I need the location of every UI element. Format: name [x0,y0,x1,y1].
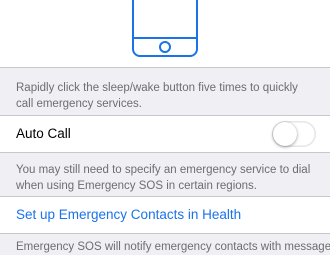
auto-call-toggle[interactable] [272,121,316,147]
emergency-contacts-row[interactable]: Set up Emergency Contacts in Health [0,197,330,233]
auto-call-label: Auto Call [16,126,71,141]
sleep-wake-note: Rapidly click the sleep/wake button five… [16,82,298,110]
auto-call-note: You may still need to specify an emergen… [16,164,311,192]
auto-call-row: Auto Call [0,116,330,152]
contacts-note: Emergency SOS will notify emergency cont… [16,241,330,253]
hero-illustration [0,0,330,68]
divider [0,233,330,234]
divider [0,67,330,68]
emergency-contacts-link[interactable]: Set up Emergency Contacts in Health [16,207,241,222]
divider [0,152,330,153]
toggle-knob [273,122,297,146]
iphone-outline-icon [132,0,198,57]
